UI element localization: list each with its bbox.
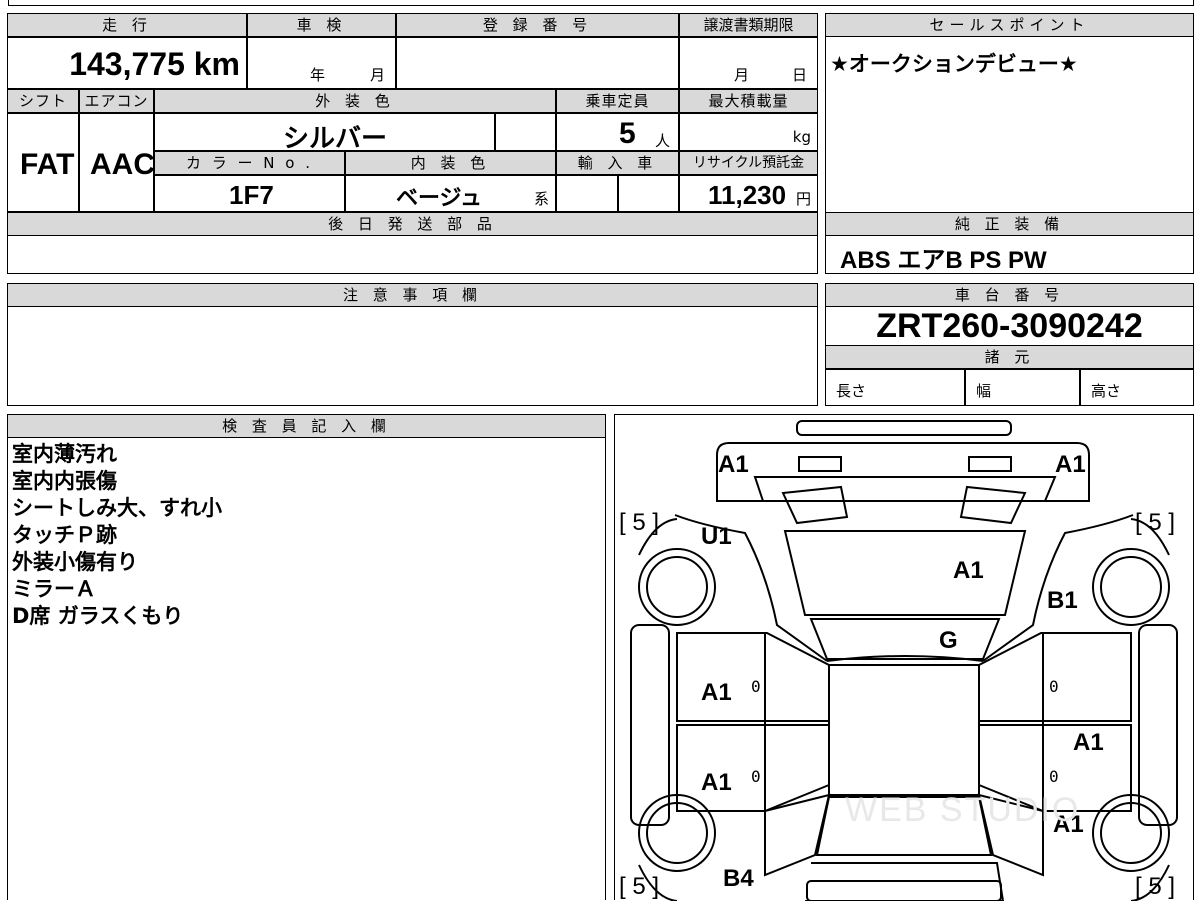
mark-tire-rl: [ 5 ] [619,873,660,900]
equipment-text: ABS エアB PS PW [840,247,1047,274]
later-parts-header: 後 日 発 送 部 品 [7,212,818,236]
color-no-cell: 1F7 [154,175,345,212]
mark-fender-left: U1 [701,523,732,550]
color-no-value: 1F7 [229,180,274,210]
mileage-cell: 143,775 km [7,37,247,89]
ac-cell: AAC [79,113,155,212]
recycle-value: 11,230 [708,180,787,210]
import-header: 輸 入 車 [556,151,679,175]
exterior-cell: シルバー [154,113,495,153]
inspection-cell: 年 月 [247,37,396,89]
mark-rear-left: B4 [723,865,754,892]
maxload-cell: kg [679,113,818,151]
specs-header: 諸 元 [825,345,1194,369]
exterior-header: 外 装 色 [154,89,556,113]
mark-front-left: A1 [718,451,749,478]
mark-tire-rr: [ 5 ] [1135,873,1176,900]
ac-header: エアコン [79,89,154,113]
mark-windshield: G [939,627,958,654]
mark-door-fr: A1 [1073,729,1104,756]
chassis-number: ZRT260-3090242 [876,307,1143,345]
interior-header: 内 装 色 [345,151,556,175]
inspector-line: 外装小傷有り [12,550,138,574]
recycle-unit: 円 [795,190,811,208]
inspector-line: D席 ガラスくもり [12,604,184,628]
mileage-header: 走 行 [7,13,247,37]
spec-height-cell: 高さ [1080,369,1194,406]
car-diagram-box: A1 A1 [ 5 ] [ 5 ] [ 5 ] [ 5 ] U1 A1 B1 G… [614,414,1194,901]
mark-hood: A1 [953,557,984,584]
chassis-header: 車 台 番 号 [825,283,1194,307]
interior-value: ベージュ [396,185,483,210]
import-cell-b [618,175,679,212]
color-no-header: カ ラ ー N o . [154,151,345,175]
mark-fender-right: B1 [1047,587,1078,614]
interior-suffix: 系 [534,190,550,208]
exterior-extra-cell [495,113,556,151]
inspector-line: タッチＰ跡 [12,523,117,547]
recycle-cell: 11,230 円 [679,175,818,212]
capacity-header: 乗車定員 [556,89,679,113]
mark-zero: 0 [1049,677,1059,696]
mark-tire-fr: [ 5 ] [1135,509,1176,536]
transfer-month: 月 [734,66,750,84]
interior-cell: ベージュ 系 [345,175,556,212]
recycle-header: リサイクル預託金 [679,151,818,175]
mark-tire-fl: [ 5 ] [619,509,660,536]
spec-width-cell: 幅 [965,369,1080,406]
exterior-value: シルバー [283,123,388,153]
maxload-header: 最大積載量 [679,89,818,113]
ac-value: AAC [90,148,155,181]
registration-cell [396,37,679,89]
sales-point-header: セールスポイント [825,13,1194,37]
mark-zero: 0 [751,767,761,786]
spec-length-cell: 長さ [825,369,965,406]
shift-value: FAT [20,148,75,181]
maxload-unit: kg [792,128,811,146]
spec-width: 幅 [976,382,992,400]
shift-cell: FAT [7,113,79,212]
inspection-header: 車 検 [247,13,396,37]
mileage-value: 143,775 km [69,46,240,82]
mark-door-fl: A1 [701,679,732,706]
notes-header: 注 意 事 項 欄 [7,283,818,307]
spec-length: 長さ [836,382,867,400]
inspector-line: 室内薄汚れ [12,442,117,466]
mark-zero: 0 [1049,767,1059,786]
sales-point-text: ★オークションデビュー★ [830,52,1078,76]
capacity-value: 5 [619,117,636,150]
inspector-header: 検 査 員 記 入 欄 [7,414,606,438]
equipment-header: 純 正 装 備 [825,212,1194,236]
capacity-unit: 人 [655,132,671,150]
registration-header: 登 録 番 号 [396,13,679,37]
top-strip [8,0,1194,6]
transfer-cell: 月 日 [679,37,818,89]
shift-header: シフト [7,89,79,113]
inspection-year: 年 [310,66,326,84]
watermark: WEB STUDIO [845,791,1081,829]
inspector-line: ミラーＡ [12,577,96,601]
inspector-line: シートしみ大、すれ小 [12,496,222,520]
capacity-cell: 5 人 [556,113,679,151]
transfer-deadline-header: 譲渡書類期限 [679,13,818,37]
inspector-line: 室内内張傷 [12,469,117,493]
mark-door-rl: A1 [701,769,732,796]
transfer-day: 日 [792,66,808,84]
mark-front-right: A1 [1055,451,1086,478]
mark-zero: 0 [751,677,761,696]
import-cell-a [556,175,618,212]
inspection-month: 月 [370,66,386,84]
spec-height: 高さ [1091,382,1122,400]
